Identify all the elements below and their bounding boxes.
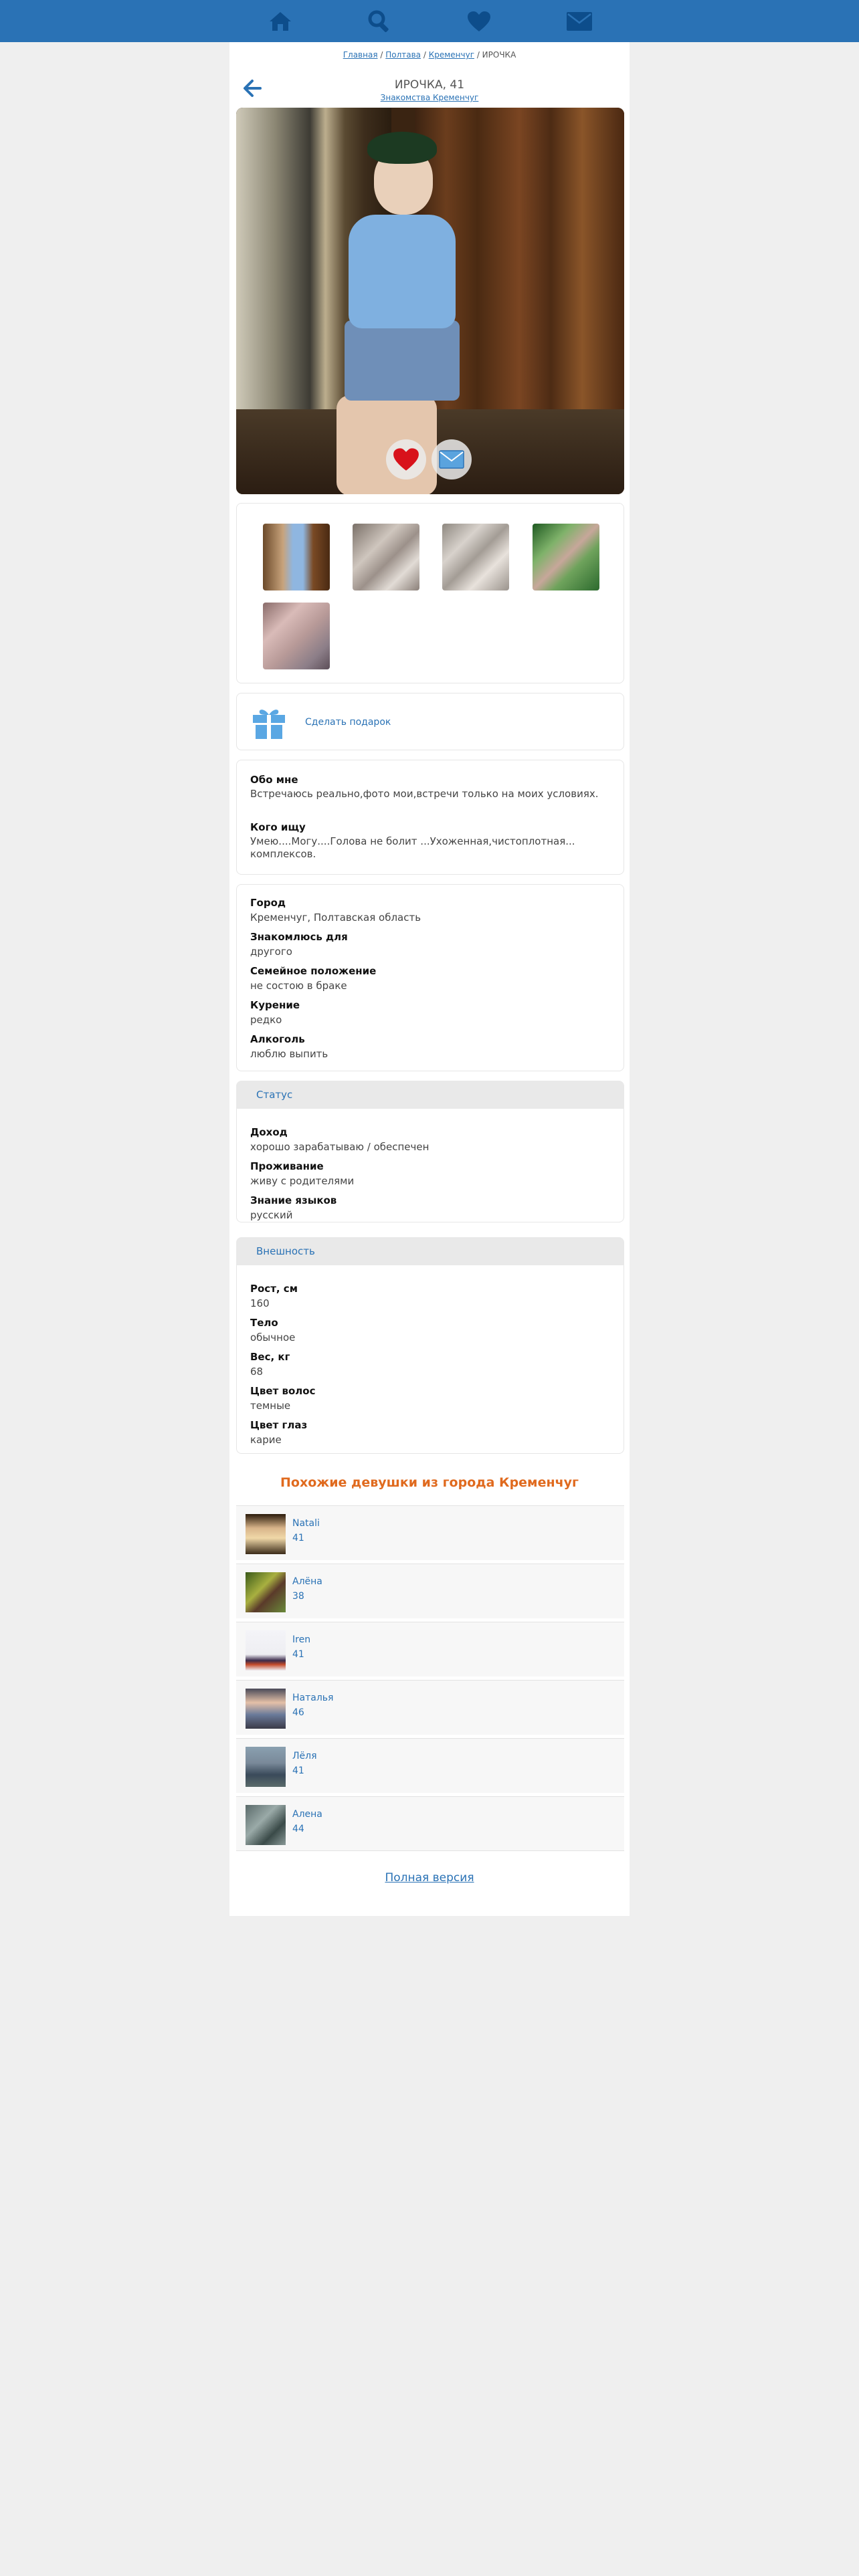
profile-page: Главная / Полтава / Кременчуг / ИРОЧКА И…	[229, 42, 630, 1916]
about-section: Обо мне Встречаюсь реально,фото мои,встр…	[236, 760, 624, 875]
status-value: хорошо зарабатываю / обеспечен	[250, 1141, 430, 1153]
similar-profile-item[interactable]: Iren 41	[236, 1622, 624, 1677]
similar-profile-age: 41	[292, 1533, 304, 1543]
appearance-section-header[interactable]: Внешность	[236, 1237, 624, 1265]
avatar	[246, 1514, 286, 1554]
full-version-link[interactable]: Полная версия	[385, 1871, 474, 1885]
nav-search[interactable]	[358, 0, 401, 42]
city-dating-link[interactable]: Знакомства Кременчуг	[381, 93, 479, 102]
breadcrumb-link-region[interactable]: Полтава	[385, 50, 421, 60]
about-text: Встречаюсь реально,фото мои,встречи толь…	[250, 788, 599, 800]
similar-profile-item[interactable]: Лёля 41	[236, 1738, 624, 1793]
status-label: Проживание	[250, 1160, 324, 1172]
detail-label: Знакомлюсь для	[250, 931, 348, 943]
detail-label: Семейное положение	[250, 965, 377, 977]
similar-profile-item[interactable]: Алёна 38	[236, 1564, 624, 1618]
heart-icon	[468, 11, 490, 31]
breadcrumb-link-home[interactable]: Главная	[343, 50, 378, 60]
avatar	[246, 1747, 286, 1787]
photo-thumbnail[interactable]	[533, 524, 599, 591]
breadcrumb: Главная / Полтава / Кременчуг / ИРОЧКА	[343, 50, 516, 60]
similar-profile-item[interactable]: Natali 41	[236, 1505, 624, 1560]
home-icon	[270, 11, 291, 31]
similar-profile-name: Алёна	[292, 1576, 322, 1587]
details-section: Город Кременчуг, Полтавская область Знак…	[236, 884, 624, 1071]
appearance-heading: Внешность	[256, 1245, 315, 1257]
appearance-label: Цвет волос	[250, 1385, 316, 1397]
avatar	[246, 1689, 286, 1729]
about-heading: Обо мне	[250, 774, 298, 786]
like-button[interactable]	[386, 439, 426, 479]
photo-thumbnails	[236, 503, 624, 683]
detail-label: Курение	[250, 999, 300, 1011]
similar-profile-name: Iren	[292, 1634, 311, 1645]
similar-profile-name: Алена	[292, 1809, 322, 1820]
detail-value: не состою в браке	[250, 980, 347, 992]
status-value: живу с родителями	[250, 1175, 355, 1187]
detail-label: Город	[250, 897, 286, 909]
appearance-label: Вес, кг	[250, 1351, 290, 1363]
detail-value: редко	[250, 1014, 282, 1026]
similar-profile-age: 46	[292, 1707, 304, 1718]
similar-profile-name: Наталья	[292, 1693, 334, 1703]
profile-title: ИРОЧКА, 41	[394, 78, 465, 92]
photo-thumbnail[interactable]	[263, 524, 330, 591]
appearance-value: 160	[250, 1297, 270, 1309]
mail-icon	[439, 450, 464, 469]
avatar	[246, 1805, 286, 1845]
gift-card[interactable]: Сделать подарок	[236, 693, 624, 750]
similar-profile-item[interactable]: Наталья 46	[236, 1680, 624, 1735]
main-photo[interactable]	[236, 108, 624, 494]
send-message-button[interactable]	[432, 439, 472, 479]
gift-label: Сделать подарок	[305, 717, 391, 728]
nav-favorites[interactable]	[458, 0, 500, 42]
photo-thumbnail[interactable]	[263, 603, 330, 669]
detail-label: Алкоголь	[250, 1033, 305, 1045]
detail-value: люблю выпить	[250, 1048, 328, 1060]
appearance-value: 68	[250, 1366, 264, 1378]
similar-profile-age: 44	[292, 1824, 304, 1834]
avatar	[246, 1630, 286, 1671]
breadcrumb-current: ИРОЧКА	[482, 50, 516, 60]
similar-profile-name: Natali	[292, 1518, 320, 1529]
breadcrumb-link-city[interactable]: Кременчуг	[429, 50, 474, 60]
similar-profile-name: Лёля	[292, 1751, 317, 1761]
appearance-label: Тело	[250, 1317, 278, 1329]
mail-icon	[567, 11, 592, 31]
detail-value: другого	[250, 946, 292, 958]
nav-messages[interactable]	[558, 0, 601, 42]
appearance-section: Рост, см 160 Тело обычное Вес, кг 68 Цве…	[236, 1265, 624, 1454]
seeking-heading: Кого ищу	[250, 821, 306, 833]
status-label: Знание языков	[250, 1194, 337, 1206]
heart-icon	[393, 448, 419, 471]
status-label: Доход	[250, 1126, 288, 1138]
detail-value: Кременчуг, Полтавская область	[250, 911, 421, 924]
appearance-value: карие	[250, 1434, 282, 1446]
search-icon	[368, 10, 389, 32]
similar-profile-item[interactable]: Алена 44	[236, 1796, 624, 1851]
nav-home[interactable]	[259, 0, 302, 42]
profile-header: ИРОЧКА, 41 Знакомства Кременчуг	[229, 72, 630, 104]
status-heading: Статус	[256, 1089, 293, 1101]
similar-profiles-title: Похожие девушки из города Кременчуг	[280, 1475, 579, 1490]
avatar	[246, 1572, 286, 1612]
similar-profile-age: 38	[292, 1591, 304, 1602]
similar-profile-age: 41	[292, 1765, 304, 1776]
photo-thumbnail[interactable]	[353, 524, 419, 591]
top-nav-bar	[0, 0, 859, 42]
appearance-label: Рост, см	[250, 1283, 298, 1295]
seeking-text: Умею....Могу....Голова не болит ...Ухоже…	[250, 835, 575, 860]
appearance-label: Цвет глаз	[250, 1419, 308, 1431]
status-value: русский	[250, 1209, 293, 1221]
photo-thumbnail[interactable]	[442, 524, 509, 591]
gift-icon	[253, 710, 285, 739]
status-section-header[interactable]: Статус	[236, 1081, 624, 1109]
similar-profile-age: 41	[292, 1649, 304, 1660]
status-section: Доход хорошо зарабатываю / обеспечен Про…	[236, 1109, 624, 1222]
appearance-value: обычное	[250, 1331, 296, 1344]
appearance-value: темные	[250, 1400, 291, 1412]
